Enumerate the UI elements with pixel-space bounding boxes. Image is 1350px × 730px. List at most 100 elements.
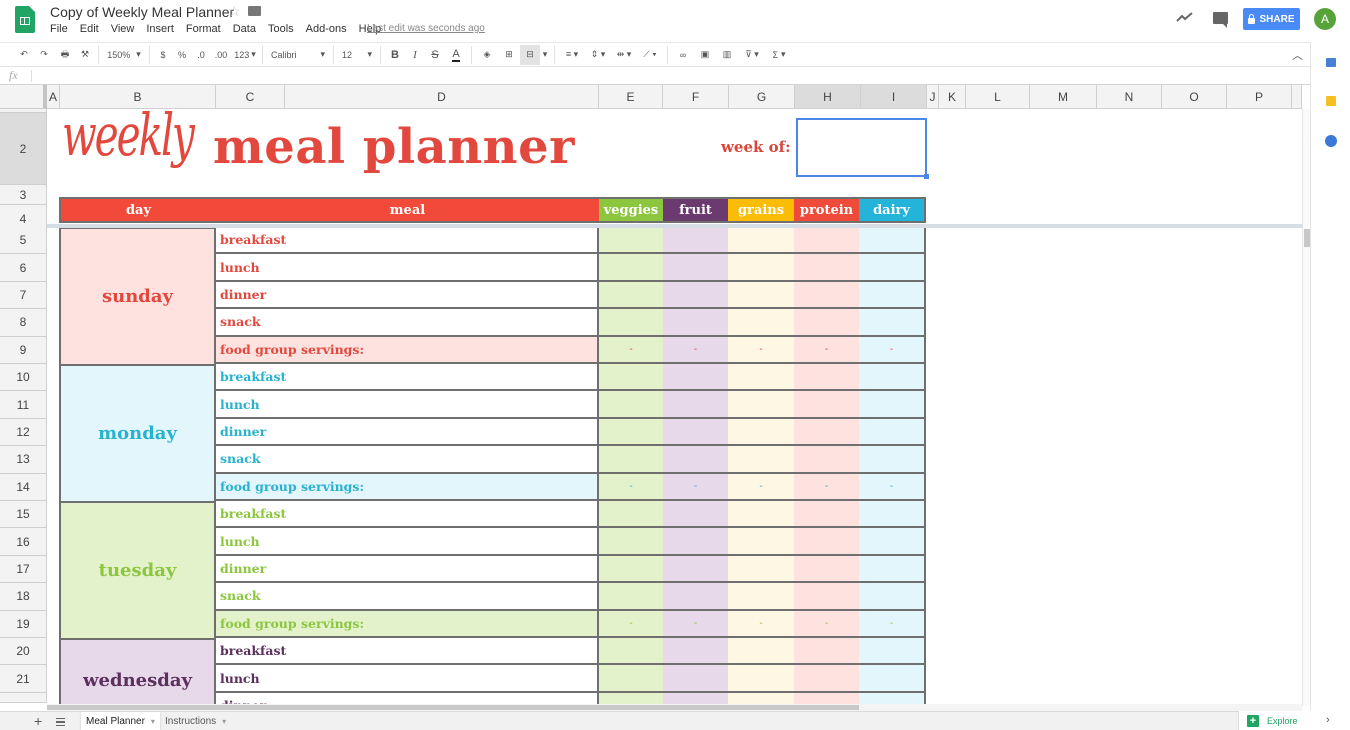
strikethrough-button[interactable]: S — [425, 45, 445, 65]
servings-dairy-cell[interactable]: - — [859, 610, 926, 638]
entry-dairy-cell[interactable] — [859, 227, 926, 255]
account-avatar[interactable]: A — [1314, 8, 1336, 30]
entry-dairy-cell[interactable] — [859, 309, 926, 337]
entry-protein-cell[interactable] — [794, 665, 859, 693]
meal-cell-breakfast[interactable]: breakfast — [216, 227, 599, 255]
entry-veggies-cell[interactable] — [599, 227, 663, 255]
servings-grains-cell[interactable]: - — [728, 336, 794, 364]
insert-chart-icon[interactable]: ▥ — [716, 45, 738, 65]
entry-dairy-cell[interactable] — [859, 528, 926, 556]
column-header-l[interactable]: L — [966, 85, 1030, 109]
font-size-select[interactable]: 12 ▾ — [338, 45, 376, 65]
row-header-17[interactable]: 17 — [0, 555, 47, 584]
row-header-22[interactable] — [0, 692, 47, 703]
entry-protein-cell[interactable] — [794, 583, 859, 611]
undo-icon[interactable]: ↶ — [14, 45, 34, 65]
row-header-21[interactable]: 21 — [0, 665, 47, 693]
column-header-d[interactable]: D — [285, 85, 599, 109]
entry-dairy-cell[interactable] — [859, 583, 926, 611]
column-header-i[interactable]: I — [861, 85, 927, 109]
row-header-11[interactable]: 11 — [0, 391, 47, 419]
entry-dairy-cell[interactable] — [859, 638, 926, 666]
servings-protein-cell[interactable]: - — [794, 473, 859, 501]
entry-protein-cell[interactable] — [794, 638, 859, 666]
more-formats-select[interactable]: 123 ▾ — [232, 45, 258, 65]
servings-fruit-cell[interactable]: - — [663, 473, 728, 501]
day-cell-monday[interactable]: monday — [59, 364, 216, 503]
chevron-right-icon[interactable]: › — [1326, 714, 1330, 726]
entry-dairy-cell[interactable] — [859, 665, 926, 693]
entry-protein-cell[interactable] — [794, 446, 859, 474]
entry-fruit-cell[interactable] — [663, 446, 728, 474]
entry-grains-cell[interactable] — [728, 391, 794, 419]
entry-grains-cell[interactable] — [728, 254, 794, 282]
entry-veggies-cell[interactable] — [599, 583, 663, 611]
sheet-tab-meal-planner[interactable]: Meal Planner ▾ — [81, 712, 160, 730]
menu-format[interactable]: Format — [186, 23, 221, 35]
meal-cell-dinner[interactable]: dinner — [216, 418, 599, 447]
percent-format-button[interactable]: % — [172, 45, 192, 65]
entry-grains-cell[interactable] — [728, 665, 794, 693]
column-header-c[interactable]: C — [216, 85, 285, 109]
column-header-p[interactable]: P — [1227, 85, 1292, 109]
redo-icon[interactable]: ↷ — [34, 45, 54, 65]
all-sheets-icon[interactable] — [56, 718, 65, 726]
entry-dairy-cell[interactable] — [859, 555, 926, 584]
servings-protein-cell[interactable]: - — [794, 610, 859, 638]
entry-protein-cell[interactable] — [794, 309, 859, 337]
column-header-j[interactable]: J — [927, 85, 939, 109]
meal-cell-snack[interactable]: snack — [216, 309, 599, 337]
entry-protein-cell[interactable] — [794, 281, 859, 310]
column-header-e[interactable]: E — [599, 85, 663, 109]
horizontal-scrollbar[interactable] — [47, 704, 1302, 711]
sheet-grid[interactable]: weekly meal planner week of: day meal ve… — [48, 109, 1302, 706]
row-header-16[interactable]: 16 — [0, 528, 47, 556]
menu-view[interactable]: View — [111, 23, 135, 35]
meal-cell-lunch[interactable]: lunch — [216, 665, 599, 693]
entry-fruit-cell[interactable] — [663, 391, 728, 419]
entry-protein-cell[interactable] — [794, 391, 859, 419]
font-family-select[interactable]: Calibri ▾ — [267, 45, 329, 65]
share-button[interactable]: SHARE — [1243, 8, 1300, 30]
entry-grains-cell[interactable] — [728, 638, 794, 666]
chevron-down-icon[interactable]: ▾ — [222, 717, 226, 726]
decrease-decimal-button[interactable]: .0 — [192, 45, 210, 65]
column-header-n[interactable]: N — [1097, 85, 1162, 109]
entry-veggies-cell[interactable] — [599, 309, 663, 337]
column-header-o[interactable]: O — [1162, 85, 1227, 109]
text-rotation-icon[interactable]: ⟋ ▾ — [637, 45, 663, 65]
entry-veggies-cell[interactable] — [599, 254, 663, 282]
entry-fruit-cell[interactable] — [663, 665, 728, 693]
menu-tools[interactable]: Tools — [268, 23, 294, 35]
entry-veggies-cell[interactable] — [599, 446, 663, 474]
column-header-h[interactable]: H — [795, 85, 861, 109]
servings-fruit-cell[interactable]: - — [663, 610, 728, 638]
entry-fruit-cell[interactable] — [663, 528, 728, 556]
add-sheet-icon[interactable]: + — [34, 712, 42, 730]
row-header-18[interactable]: 18 — [0, 583, 47, 611]
entry-protein-cell[interactable] — [794, 254, 859, 282]
entry-protein-cell[interactable] — [794, 227, 859, 255]
chevron-down-icon[interactable]: ▾ — [151, 717, 155, 726]
servings-dairy-cell[interactable]: - — [859, 473, 926, 501]
vertical-scrollbar[interactable] — [1302, 109, 1310, 706]
entry-veggies-cell[interactable] — [599, 501, 663, 529]
row-header-5[interactable]: 5 — [0, 227, 47, 255]
entry-dairy-cell[interactable] — [859, 254, 926, 282]
entry-dairy-cell[interactable] — [859, 446, 926, 474]
menu-file[interactable]: File — [50, 23, 68, 35]
entry-veggies-cell[interactable] — [599, 391, 663, 419]
row-header-12[interactable]: 12 — [0, 418, 47, 447]
merge-cells-icon[interactable]: ⊟ — [520, 44, 540, 65]
row-header-6[interactable]: 6 — [0, 254, 47, 282]
zoom-select[interactable]: 150% ▾ — [103, 45, 145, 65]
print-icon[interactable]: 🖶 — [54, 45, 76, 65]
servings-label-cell[interactable]: food group servings: — [216, 473, 599, 501]
column-header-g[interactable]: G — [729, 85, 795, 109]
menu-addons[interactable]: Add-ons — [306, 23, 347, 35]
sheet-tab-instructions[interactable]: Instructions ▾ — [160, 712, 231, 730]
row-header-3[interactable]: 3 — [0, 185, 47, 205]
keep-notes-icon[interactable] — [1326, 96, 1336, 106]
calendar-icon[interactable] — [1326, 58, 1336, 67]
row-header-13[interactable]: 13 — [0, 446, 47, 474]
